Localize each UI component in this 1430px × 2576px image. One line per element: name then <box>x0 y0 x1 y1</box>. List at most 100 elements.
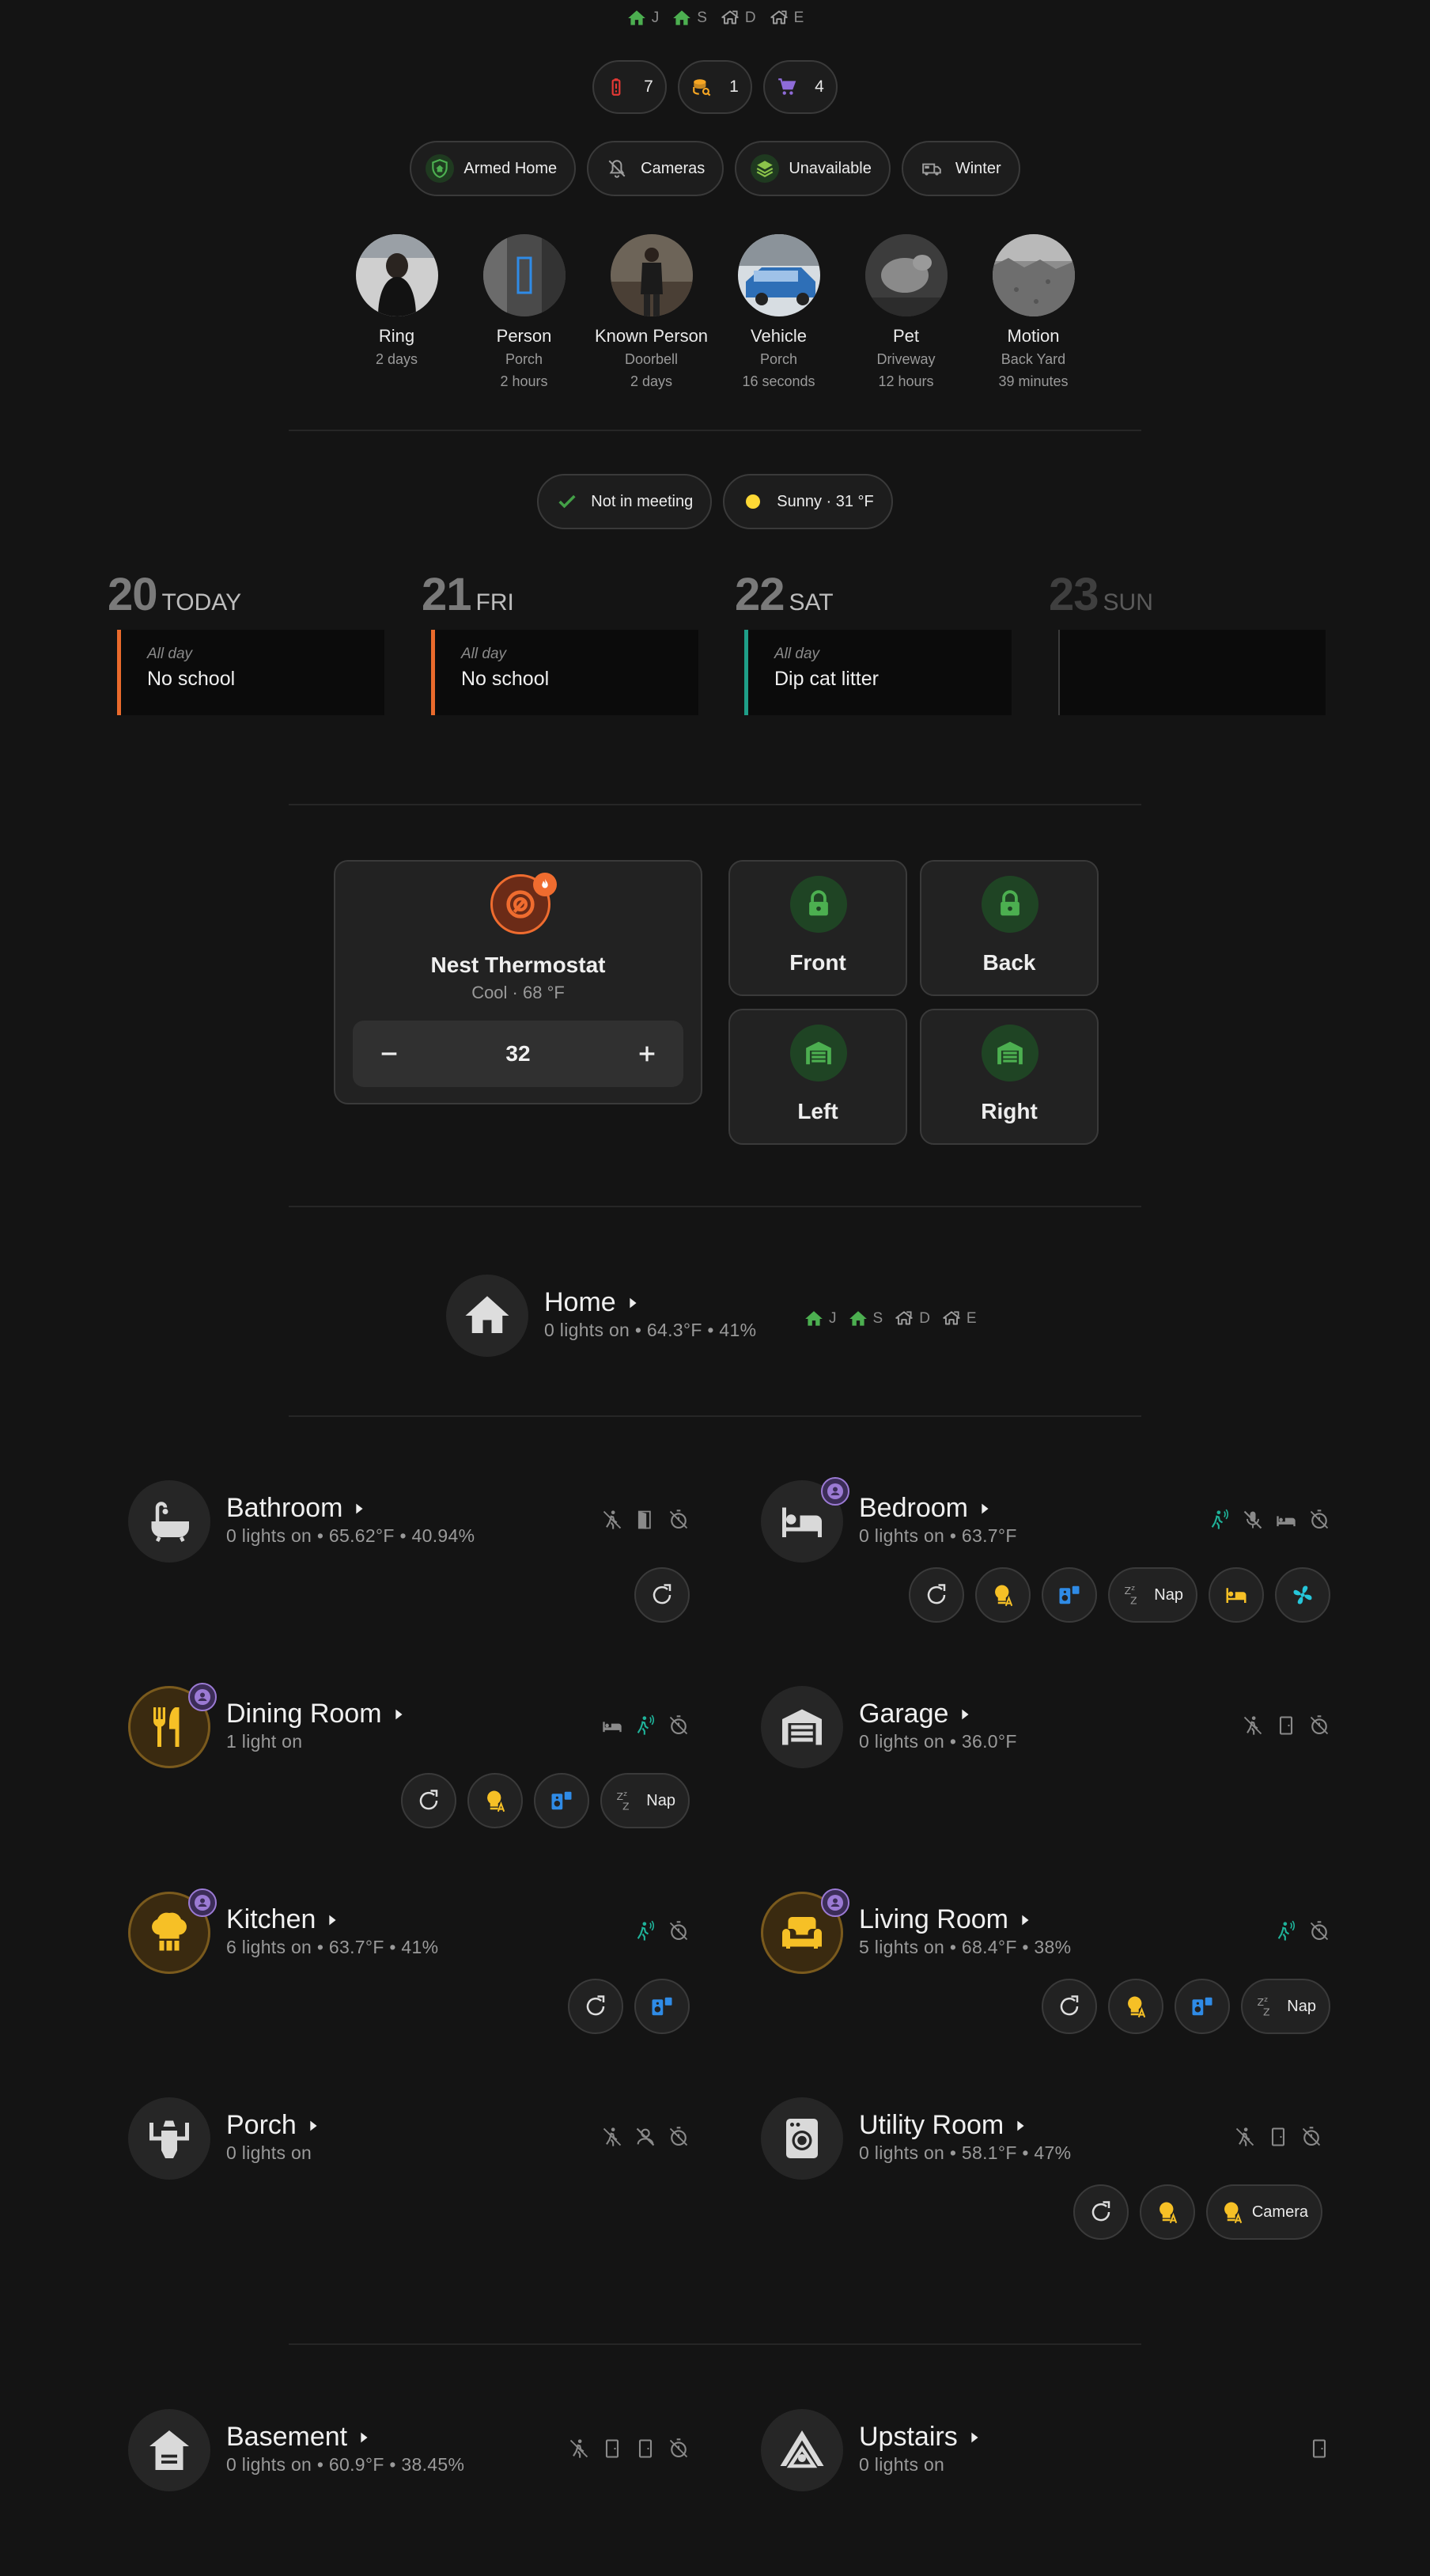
room-stats: 6 lights on • 63.7°F • 41% <box>226 1937 439 1957</box>
count-badge[interactable]: 4 <box>763 60 838 114</box>
camera-item[interactable]: Known Person Doorbell 2 days <box>595 234 708 391</box>
calendar-event[interactable] <box>1058 630 1326 715</box>
room-title[interactable]: Bedroom <box>859 1493 993 1524</box>
presence-e[interactable]: E <box>941 1309 977 1329</box>
room-action-button[interactable] <box>1072 2184 1129 2240</box>
room-action-button[interactable]: Zz Z Nap <box>1241 1979 1330 2034</box>
home-summary[interactable]: Home 0 lights on • 64.3°F • 41% J S D E <box>446 1275 1047 1362</box>
room-name: Upstairs <box>859 2422 958 2452</box>
room-action-button[interactable]: Zz Z Nap <box>600 1773 690 1828</box>
presence-j[interactable]: J <box>804 1309 837 1329</box>
fan-icon <box>1291 1583 1315 1607</box>
garage-icon[interactable] <box>761 1686 843 1768</box>
room-title[interactable]: Utility Room <box>859 2110 1029 2141</box>
room-title[interactable]: Porch <box>226 2110 322 2141</box>
status-pill[interactable]: Winter <box>901 141 1020 196</box>
room-action-button[interactable] <box>401 1773 457 1828</box>
room-action-button[interactable] <box>1108 1979 1164 2034</box>
camera-thumbnail[interactable] <box>610 234 693 316</box>
camera-item[interactable]: Motion Back Yard 39 minutes <box>992 234 1075 391</box>
camera-item[interactable]: Pet Driveway 12 hours <box>864 234 948 391</box>
motion-icon <box>634 1920 656 1942</box>
info-pill[interactable]: Not in meeting <box>537 474 713 529</box>
count-badge[interactable]: 1 <box>678 60 752 114</box>
room-action-button[interactable] <box>634 1567 690 1623</box>
plus-icon[interactable] <box>634 1041 660 1066</box>
lock-tile-right[interactable]: Right <box>920 1009 1099 1145</box>
camera-location: Back Yard <box>1001 351 1066 367</box>
bed-sensor-icon <box>601 1714 623 1737</box>
room-action-button[interactable] <box>1042 1979 1098 2034</box>
flame-icon <box>533 873 557 896</box>
camera-item[interactable]: Vehicle Porch 16 seconds <box>737 234 820 391</box>
camera-thumbnail[interactable] <box>992 234 1075 316</box>
room-action-button[interactable] <box>568 1979 623 2034</box>
room-title[interactable]: Garage <box>859 1699 974 1729</box>
room-stats: 1 light on <box>226 1731 303 1752</box>
room-action-button[interactable] <box>534 1773 590 1828</box>
status-pill-label: Winter <box>955 159 1001 177</box>
door-closed-icon <box>634 2438 656 2460</box>
minus-icon[interactable] <box>376 1041 402 1066</box>
room-title[interactable]: Basement <box>226 2422 373 2453</box>
room-action-button[interactable]: Zz Z Nap <box>1108 1567 1197 1623</box>
room-action-button[interactable]: Camera <box>1205 2184 1322 2240</box>
room-action-button[interactable] <box>909 1567 965 1623</box>
room-action-button[interactable] <box>1209 1567 1264 1623</box>
lock-tile-back[interactable]: Back <box>920 860 1099 996</box>
lock-tile-left[interactable]: Left <box>728 1009 907 1145</box>
bulb-auto-icon <box>1220 2200 1244 2224</box>
status-pill[interactable]: Cameras <box>587 141 724 196</box>
camera-thumbnail[interactable] <box>355 234 438 316</box>
room-action-button[interactable] <box>1042 1567 1098 1623</box>
room-action-button[interactable] <box>1275 1567 1330 1623</box>
camera-thumbnail[interactable] <box>482 234 566 316</box>
attic-icon[interactable] <box>761 2409 843 2491</box>
room-action-button[interactable] <box>1139 2184 1195 2240</box>
presence-j[interactable]: J <box>626 8 659 28</box>
calendar-event[interactable]: All day Dip cat litter <box>744 630 1012 715</box>
status-pill[interactable]: Unavailable <box>735 141 891 196</box>
room-card-basement: Basement 0 lights on • 60.9°F • 38.45% <box>128 2409 690 2551</box>
calendar-event[interactable]: All day No school <box>431 630 698 715</box>
bathtub-icon[interactable] <box>128 1480 210 1563</box>
status-pill[interactable]: Armed Home <box>410 141 577 196</box>
camera-item[interactable]: Person Porch 2 hours <box>482 234 566 391</box>
info-pill[interactable]: Sunny · 31 °F <box>723 474 893 529</box>
room-actions: Zz Z Nap <box>1042 1979 1330 2034</box>
presence-d[interactable]: D <box>720 8 756 28</box>
camera-thumbnail[interactable] <box>864 234 948 316</box>
lock-tile-front[interactable]: Front <box>728 860 907 996</box>
chevron-right-icon <box>624 1294 641 1312</box>
garage-icon <box>982 1025 1038 1082</box>
refresh-icon <box>650 1583 674 1607</box>
presence-s[interactable]: S <box>848 1309 883 1329</box>
presence-e[interactable]: E <box>769 8 804 28</box>
camera-location: 2 days <box>375 351 418 367</box>
presence-s[interactable]: S <box>671 8 707 28</box>
room-title[interactable]: Dining Room <box>226 1699 407 1729</box>
camera-thumbnail[interactable] <box>737 234 820 316</box>
lock-label: Right <box>981 1099 1038 1123</box>
calendar-event[interactable]: All day No school <box>117 630 384 715</box>
room-title[interactable]: Upstairs <box>859 2422 983 2453</box>
room-title[interactable]: Kitchen <box>226 1904 341 1935</box>
basement-icon[interactable] <box>128 2409 210 2491</box>
room-action-button[interactable] <box>467 1773 524 1828</box>
room-action-button[interactable] <box>1175 1979 1231 2034</box>
lantern-icon[interactable] <box>128 2097 210 2180</box>
count-value: 7 <box>644 78 653 96</box>
presence-d[interactable]: D <box>894 1309 930 1329</box>
washer-icon[interactable] <box>761 2097 843 2180</box>
thermostat-card[interactable]: Nest Thermostat Cool · 68 °F 32 <box>334 860 702 1104</box>
room-title[interactable]: Living Room <box>859 1904 1034 1935</box>
room-action-button[interactable] <box>634 1979 690 2034</box>
camera-time: 12 hours <box>878 373 934 389</box>
camera-item[interactable]: Ring 2 days <box>355 234 438 391</box>
room-card-upstairs: Upstairs 0 lights on <box>761 2409 1330 2551</box>
home-icon <box>804 1309 824 1329</box>
count-badge[interactable]: 7 <box>592 60 667 114</box>
home-title[interactable]: Home <box>544 1287 641 1318</box>
room-action-button[interactable] <box>975 1567 1031 1623</box>
room-title[interactable]: Bathroom <box>226 1493 368 1524</box>
